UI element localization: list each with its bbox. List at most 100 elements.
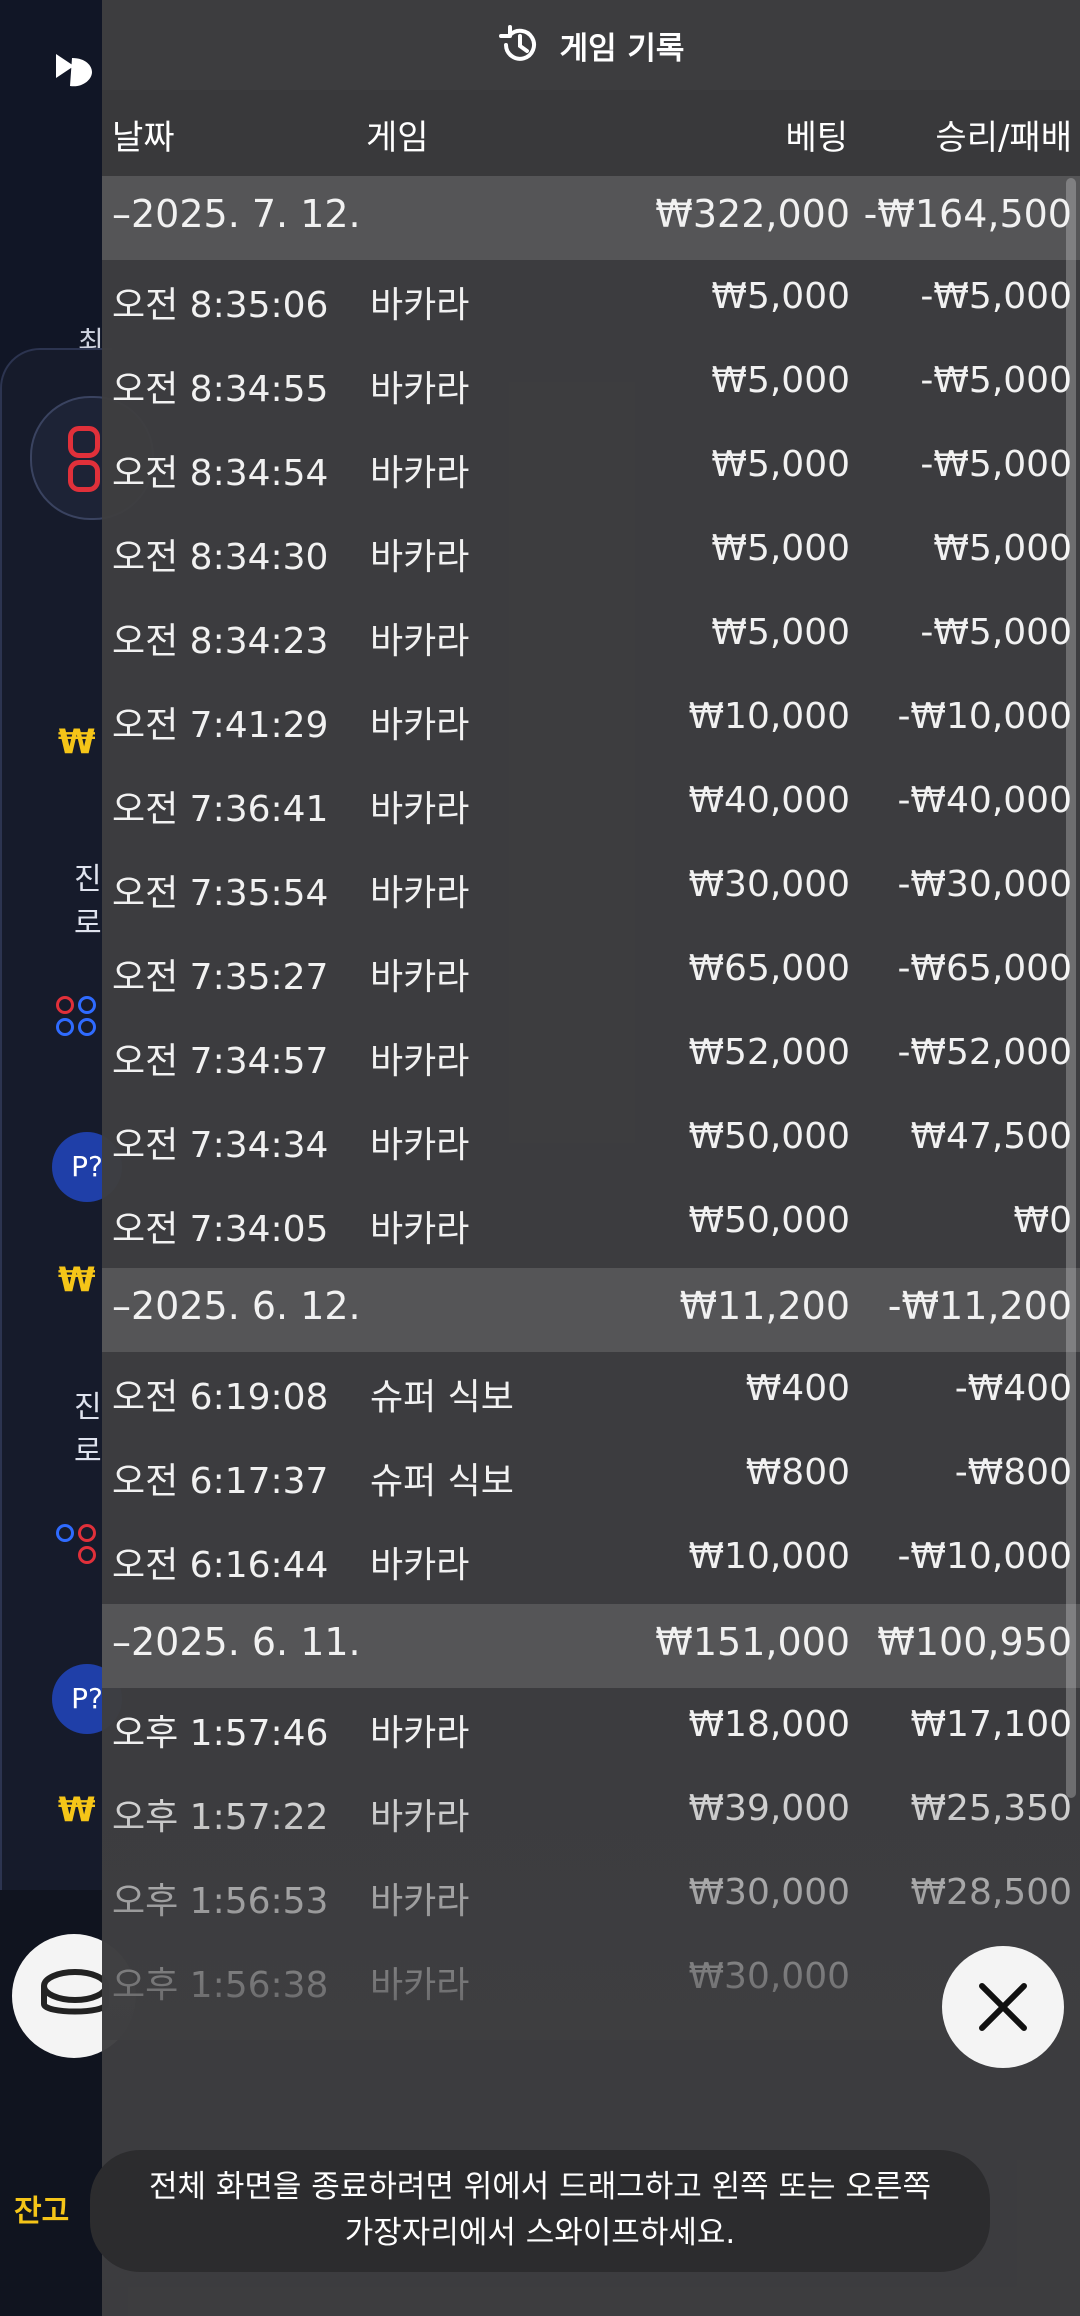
row-result: -₩10,000 (897, 1536, 1072, 1577)
row-time: 오전 7:34:34 (112, 1125, 329, 1166)
history-row[interactable]: 오전 8:34:55 바카라 ₩5,000 -₩5,000 (102, 344, 1080, 428)
row-bet: ₩400 (745, 1368, 850, 1409)
road-dot (56, 996, 74, 1014)
row-time: 오후 1:57:46 (112, 1713, 329, 1754)
date-group-row[interactable]: –2025. 6. 11. ₩151,000 ₩100,950 (102, 1604, 1080, 1688)
row-game: 바카라 (370, 621, 470, 662)
history-row[interactable]: 오전 6:17:37 슈퍼 식보 ₩800 -₩800 (102, 1436, 1080, 1520)
row-game: 바카라 (370, 873, 470, 914)
row-time: 오후 1:57:22 (112, 1797, 329, 1838)
history-row[interactable]: 오전 7:34:57 바카라 ₩52,000 -₩52,000 (102, 1016, 1080, 1100)
text-fragment: 로 (74, 1434, 102, 1469)
row-result: -₩5,000 (920, 276, 1072, 317)
row-game: 바카라 (370, 285, 470, 326)
row-result: -₩5,000 (920, 360, 1072, 401)
coin-icon: ₩ (58, 1260, 96, 1300)
row-game: 슈퍼 식보 (370, 1461, 514, 1502)
road-dot (78, 1524, 96, 1542)
road-dot (78, 996, 96, 1014)
row-bet: ₩10,000 (688, 1536, 850, 1577)
row-time: 오후 1:56:53 (112, 1881, 329, 1922)
history-column-headers: 날짜 게임 베팅 승리/패배 (102, 90, 1080, 176)
row-game: 바카라 (370, 1965, 470, 2006)
row-bet: ₩39,000 (688, 1788, 850, 1829)
row-game: 바카라 (370, 705, 470, 746)
roulette-dot (68, 426, 100, 458)
row-bet: ₩50,000 (688, 1116, 850, 1157)
row-result: -₩10,000 (897, 696, 1072, 737)
road-dot (56, 1524, 74, 1542)
row-time: 오전 8:34:54 (112, 453, 329, 494)
row-bet: ₩5,000 (711, 276, 850, 317)
row-game: 바카라 (370, 1713, 470, 1754)
text-fragment: 진 (74, 862, 102, 897)
row-result: ₩47,500 (910, 1116, 1072, 1157)
row-game: 바카라 (370, 957, 470, 998)
coin-icon: ₩ (58, 1790, 96, 1830)
history-row[interactable]: 오전 8:34:54 바카라 ₩5,000 -₩5,000 (102, 428, 1080, 512)
chip-icon (41, 1969, 109, 2015)
history-row[interactable]: 오전 7:34:34 바카라 ₩50,000 ₩47,500 (102, 1100, 1080, 1184)
history-list[interactable]: –2025. 7. 12. ₩322,000 -₩164,500 오전 8:35:06… (102, 176, 1080, 2036)
history-row[interactable]: 오전 7:34:05 바카라 ₩50,000 ₩0 (102, 1184, 1080, 1268)
row-bet: ₩40,000 (688, 780, 850, 821)
row-result: -₩5,000 (920, 444, 1072, 485)
group-result-total: -₩164,500 (863, 192, 1072, 236)
date-group-row[interactable]: –2025. 6. 12. ₩11,200 -₩11,200 (102, 1268, 1080, 1352)
row-result: ₩0 (1013, 1200, 1073, 1241)
group-date: –2025. 6. 12. (112, 1284, 361, 1328)
group-result-total: ₩100,950 (877, 1620, 1072, 1664)
row-game: 바카라 (370, 1881, 470, 1922)
road-dot (78, 1018, 96, 1036)
row-bet: ₩52,000 (688, 1032, 850, 1073)
close-history-button[interactable] (942, 1946, 1064, 2068)
history-row[interactable]: 오전 8:35:06 바카라 ₩5,000 -₩5,000 (102, 260, 1080, 344)
fullscreen-toast: 전체 화면을 종료하려면 위에서 드래그하고 왼쪽 또는 오른쪽 가장자리에서 … (90, 2150, 990, 2272)
history-row[interactable]: 오후 1:56:53 바카라 ₩30,000 ₩28,500 (102, 1856, 1080, 1940)
row-bet: ₩65,000 (688, 948, 850, 989)
row-time: 오전 7:34:57 (112, 1041, 329, 1082)
row-bet: ₩10,000 (688, 696, 850, 737)
history-row[interactable]: 오전 7:41:29 바카라 ₩10,000 -₩10,000 (102, 680, 1080, 764)
group-date: –2025. 7. 12. (112, 192, 361, 236)
history-row[interactable]: 오후 1:57:22 바카라 ₩39,000 ₩25,350 (102, 1772, 1080, 1856)
row-time: 오전 8:35:06 (112, 285, 329, 326)
history-row[interactable]: 오전 6:16:44 바카라 ₩10,000 -₩10,000 (102, 1520, 1080, 1604)
row-bet: ₩50,000 (688, 1200, 850, 1241)
row-result: -₩400 (954, 1368, 1072, 1409)
app-logo (52, 48, 96, 92)
history-row[interactable]: 오전 7:36:41 바카라 ₩40,000 -₩40,000 (102, 764, 1080, 848)
history-row[interactable]: 오후 1:56:38 바카라 ₩30,000 (102, 1940, 1080, 2024)
row-game: 바카라 (370, 1797, 470, 1838)
text-fragment: 진 (74, 1390, 102, 1425)
history-row[interactable]: 오전 8:34:23 바카라 ₩5,000 -₩5,000 (102, 596, 1080, 680)
row-time: 오전 7:34:05 (112, 1209, 329, 1250)
row-result: ₩28,500 (910, 1872, 1072, 1913)
row-result: ₩17,100 (910, 1704, 1072, 1745)
history-icon (498, 25, 536, 61)
history-row[interactable]: 오전 6:19:08 슈퍼 식보 ₩400 -₩400 (102, 1352, 1080, 1436)
history-row[interactable]: 오후 1:57:46 바카라 ₩18,000 ₩17,100 (102, 1688, 1080, 1772)
row-result: -₩800 (954, 1452, 1072, 1493)
row-bet: ₩5,000 (711, 528, 850, 569)
history-row[interactable]: 오전 7:35:54 바카라 ₩30,000 -₩30,000 (102, 848, 1080, 932)
row-bet: ₩18,000 (688, 1704, 850, 1745)
history-header: 게임 기록 (102, 0, 1080, 90)
row-bet: ₩30,000 (688, 1872, 850, 1913)
date-group-row[interactable]: –2025. 7. 12. ₩322,000 -₩164,500 (102, 176, 1080, 260)
row-game: 바카라 (370, 1209, 470, 1250)
history-scrollbar[interactable] (1066, 178, 1076, 1798)
group-result-total: -₩11,200 (887, 1284, 1072, 1328)
row-bet: ₩30,000 (688, 1956, 850, 1997)
column-game: 게임 (366, 118, 429, 158)
row-time: 오전 7:36:41 (112, 789, 329, 830)
row-bet: ₩30,000 (688, 864, 850, 905)
row-game: 바카라 (370, 537, 470, 578)
row-time: 오전 8:34:55 (112, 369, 329, 410)
row-time: 오전 6:16:44 (112, 1545, 329, 1586)
close-icon (979, 1983, 1027, 2031)
column-bet: 베팅 (785, 118, 848, 158)
history-row[interactable]: 오전 7:35:27 바카라 ₩65,000 -₩65,000 (102, 932, 1080, 1016)
row-bet: ₩5,000 (711, 444, 850, 485)
history-row[interactable]: 오전 8:34:30 바카라 ₩5,000 ₩5,000 (102, 512, 1080, 596)
